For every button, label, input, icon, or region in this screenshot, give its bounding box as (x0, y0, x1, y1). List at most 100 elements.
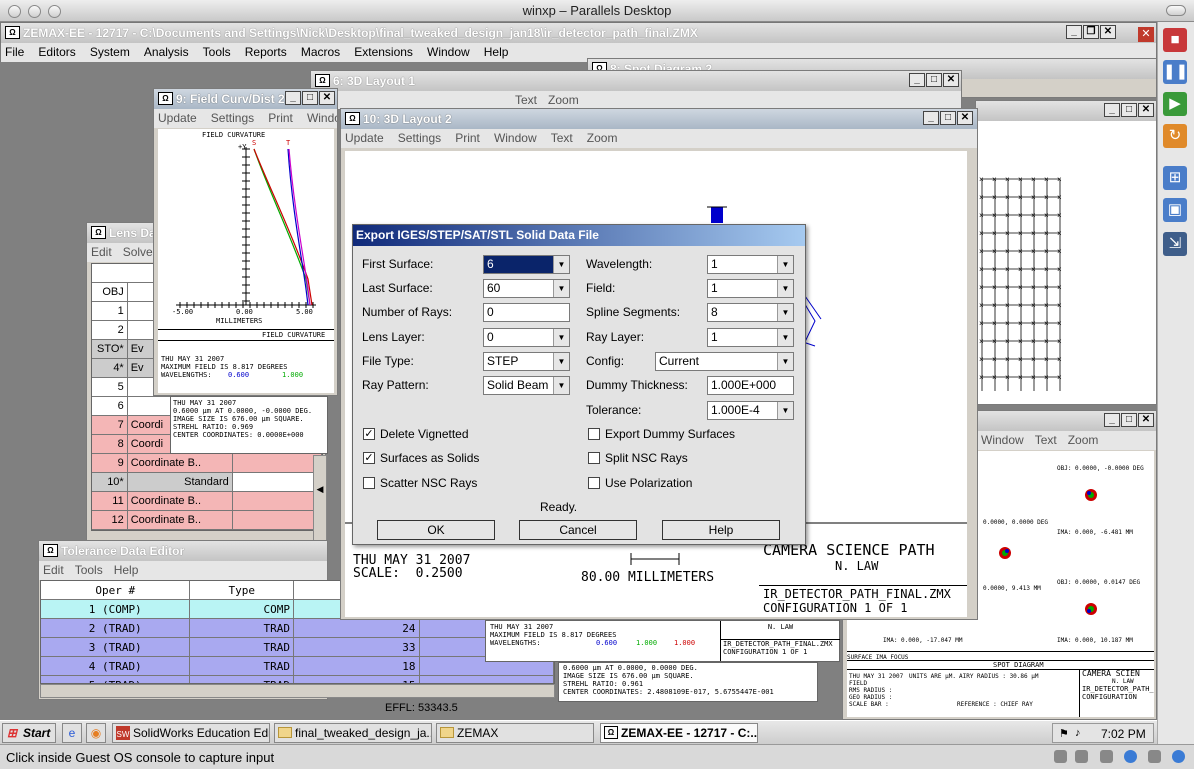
chevron-down-icon[interactable]: ▼ (553, 329, 569, 346)
menu-update[interactable]: Update (345, 131, 384, 145)
mac-close-button[interactable] (8, 5, 21, 18)
delete-vignetted-checkbox[interactable]: ✓ (363, 428, 375, 440)
table-row[interactable]: 9 Coordinate B.. (92, 454, 322, 473)
field-curvature-window[interactable]: Ω 9: Field Curv/Dist 2 _ □ ✕ Update Setting… (153, 88, 338, 396)
menu-macros[interactable]: Macros (301, 45, 340, 59)
field-select[interactable]: 1 ▼ (707, 279, 794, 298)
usb-icon[interactable] (1075, 750, 1088, 763)
layout1-window[interactable]: Ω 6: 3D Layout 1 _ □ ✕ Text Zoom (310, 70, 962, 110)
menu-help[interactable]: Help (114, 563, 139, 577)
menu-zoom[interactable]: Zoom (587, 131, 618, 145)
table-row[interactable]: 3 (TRAD) TRAD 33 (41, 638, 554, 657)
table-row[interactable]: 4 (TRAD) TRAD 18 (41, 657, 554, 676)
close-button[interactable]: ✕ (1100, 25, 1116, 39)
network-icon[interactable]: ⚑ (1059, 727, 1069, 740)
num-rays-input[interactable]: 0 (483, 303, 570, 322)
play-icon[interactable]: ▶ (1163, 92, 1187, 116)
mac-zoom-button[interactable] (48, 5, 61, 18)
menu-settings[interactable]: Settings (398, 131, 441, 145)
scrollbar[interactable]: ◀ (313, 455, 327, 543)
close-button[interactable]: ✕ (943, 73, 959, 87)
close-button[interactable]: ✕ (1138, 103, 1154, 117)
menu-print[interactable]: Print (268, 111, 293, 125)
wavelength-select[interactable]: 1 ▼ (707, 255, 794, 274)
maximize-button[interactable]: □ (940, 111, 956, 125)
menu-text[interactable]: Text (515, 93, 537, 107)
cancel-button[interactable]: Cancel (519, 520, 637, 540)
taskbar-item-solidworks[interactable]: SW SolidWorks Education Edi... (112, 723, 270, 743)
menu-reports[interactable]: Reports (245, 45, 287, 59)
menu-text[interactable]: Text (551, 131, 573, 145)
network-adapter-icon[interactable] (1124, 750, 1137, 763)
chevron-down-icon[interactable]: ▼ (777, 304, 793, 321)
sound-icon[interactable] (1148, 750, 1161, 763)
chevron-down-icon[interactable]: ▼ (553, 377, 569, 394)
disk-icon[interactable] (1054, 750, 1067, 763)
help-button[interactable]: Help (662, 520, 780, 540)
mac-minimize-button[interactable] (28, 5, 41, 18)
menu-window[interactable]: Window (427, 45, 470, 59)
chevron-down-icon[interactable]: ▼ (777, 402, 793, 419)
ie-icon[interactable]: e (62, 723, 82, 743)
last-surface-select[interactable]: 60 ▼ (483, 279, 570, 298)
horizontal-scrollbar[interactable] (40, 684, 555, 698)
restore-button[interactable]: ❐ (1083, 25, 1099, 39)
file-type-select[interactable]: STEP ▼ (483, 352, 570, 371)
close-button[interactable]: ✕ (1138, 413, 1154, 427)
taskbar-item-zemax[interactable]: ZEMAX (436, 723, 594, 743)
cd-icon[interactable] (1100, 750, 1113, 763)
spline-select[interactable]: 8 ▼ (707, 303, 794, 322)
surfaces-solids-checkbox[interactable]: ✓ (363, 452, 375, 464)
chevron-down-icon[interactable]: ▼ (553, 256, 569, 273)
lens-layer-select[interactable]: 0 ▼ (483, 328, 570, 347)
minimize-button[interactable]: _ (1066, 25, 1082, 39)
spot-grid-window[interactable]: _ □ ✕ × × × × × × × × × × × × × × × × × × × × × × × × × × × × × × × × × × × ×… (975, 100, 1157, 405)
export-dummy-checkbox[interactable] (588, 428, 600, 440)
chevron-down-icon[interactable]: ▼ (553, 353, 569, 370)
table-row[interactable]: 5 (TRAD)TRAD15 (41, 676, 554, 683)
chevron-down-icon[interactable]: ▼ (777, 256, 793, 273)
tolerance-select[interactable]: 1.000E-4 ▼ (707, 401, 794, 420)
menu-window[interactable]: Window (981, 433, 1024, 447)
close-button[interactable]: ✕ (957, 111, 973, 125)
minimize-button[interactable]: _ (1104, 103, 1120, 117)
shared-folder-icon[interactable] (1172, 750, 1185, 763)
start-button[interactable]: ⊞ Start (2, 723, 56, 743)
menu-file[interactable]: File (5, 45, 24, 59)
taskbar-item-zemax-ee[interactable]: Ω ZEMAX-EE - 12717 - C:... (600, 723, 758, 743)
chevron-down-icon[interactable]: ▼ (777, 353, 793, 370)
stop-icon[interactable]: ■ (1163, 28, 1187, 52)
ok-button[interactable]: OK (377, 520, 495, 540)
menu-settings[interactable]: Settings (211, 111, 254, 125)
close-button[interactable]: ✕ (319, 91, 335, 105)
restart-icon[interactable]: ↻ (1163, 124, 1187, 148)
split-nsc-checkbox[interactable] (588, 452, 600, 464)
coherence-icon[interactable]: ⇲ (1163, 232, 1187, 256)
table-row[interactable]: 10* Standard (92, 473, 322, 492)
minimize-button[interactable]: _ (1104, 413, 1120, 427)
config-select[interactable]: Current ▼ (655, 352, 794, 371)
menu-print[interactable]: Print (455, 131, 480, 145)
table-row[interactable]: 2 (TRAD) TRAD 24 (41, 619, 554, 638)
menu-window[interactable]: Window (307, 111, 337, 125)
mac-toolbar-toggle[interactable] (1166, 5, 1186, 16)
table-row[interactable]: 12 Coordinate B.. (92, 511, 322, 530)
chevron-down-icon[interactable]: ▼ (777, 280, 793, 297)
chevron-down-icon[interactable]: ▼ (553, 280, 569, 297)
menu-analysis[interactable]: Analysis (144, 45, 189, 59)
dummy-thickness-input[interactable]: 1.000E+000 (707, 376, 794, 395)
menu-edit[interactable]: Edit (43, 563, 64, 577)
maximize-button[interactable]: □ (302, 91, 318, 105)
ray-pattern-select[interactable]: Solid Beam ▼ (483, 376, 570, 395)
minimize-button[interactable]: _ (285, 91, 301, 105)
maximize-button[interactable]: □ (926, 73, 942, 87)
first-surface-select[interactable]: 6 ▼ (483, 255, 570, 274)
maximize-button[interactable]: □ (1121, 413, 1137, 427)
menu-window[interactable]: Window (494, 131, 537, 145)
ray-layer-select[interactable]: 1 ▼ (707, 328, 794, 347)
menu-zoom[interactable]: Zoom (1068, 433, 1099, 447)
menu-text[interactable]: Text (1035, 433, 1057, 447)
menu-system[interactable]: System (90, 45, 130, 59)
menu-help[interactable]: Help (484, 45, 509, 59)
table-row[interactable]: 11 Coordinate B.. (92, 492, 322, 511)
